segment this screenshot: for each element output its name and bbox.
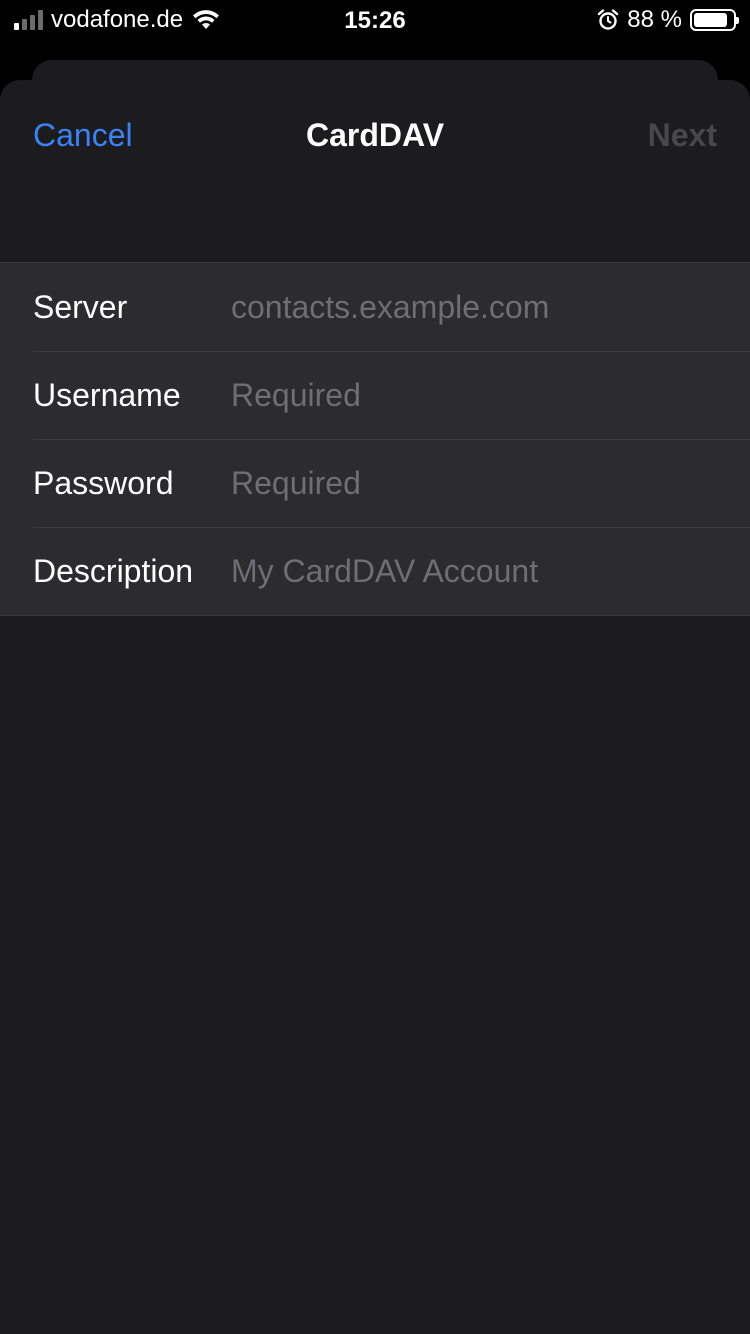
description-label: Description bbox=[33, 552, 194, 589]
server-label: Server bbox=[33, 288, 128, 325]
password-row[interactable]: Password bbox=[0, 439, 750, 527]
alarm-icon bbox=[598, 9, 619, 30]
status-right: 88 % bbox=[597, 6, 739, 34]
cancel-button[interactable]: Cancel bbox=[33, 117, 133, 154]
password-label: Password bbox=[33, 464, 174, 501]
username-label: Username bbox=[33, 376, 181, 413]
cellular-signal-icon bbox=[14, 10, 43, 30]
status-left: vodafone.de bbox=[14, 6, 221, 34]
account-form: Server Username Password Description bbox=[0, 262, 750, 616]
server-input[interactable] bbox=[231, 288, 750, 326]
password-input[interactable] bbox=[231, 464, 750, 502]
username-input[interactable] bbox=[231, 376, 750, 414]
navigation-bar: Cancel CardDAV Next bbox=[0, 80, 750, 190]
battery-icon bbox=[690, 9, 739, 31]
carddav-sheet: Cancel CardDAV Next Server Username Pass… bbox=[0, 80, 750, 1334]
carrier-name: vodafone.de bbox=[51, 6, 184, 33]
server-row[interactable]: Server bbox=[0, 263, 750, 351]
status-bar: vodafone.de 15:26 88 % bbox=[0, 0, 750, 40]
description-input[interactable] bbox=[231, 552, 750, 590]
screen: vodafone.de 15:26 88 % Cancel CardDAV Ne… bbox=[0, 0, 750, 1334]
username-row[interactable]: Username bbox=[0, 351, 750, 439]
battery-percentage: 88 % bbox=[627, 6, 682, 33]
wifi-icon bbox=[193, 10, 220, 29]
next-button[interactable]: Next bbox=[648, 117, 717, 154]
battery-fill bbox=[694, 13, 728, 27]
description-row[interactable]: Description bbox=[0, 527, 750, 615]
